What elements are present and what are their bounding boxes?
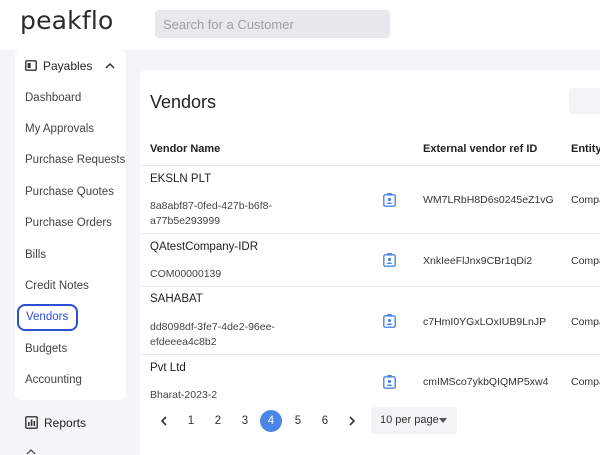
vendor-id-line1: dd8098df-3fe7-4de2-96ee- [150, 321, 275, 333]
vendor-id-line1: 8a8abf87-0fed-427b-b6f8- [150, 200, 273, 212]
sidebar-item-dashboard[interactable]: Dashboard [25, 92, 81, 104]
sidebar-group-label: Payables [43, 59, 93, 73]
customer-search-input[interactable] [155, 10, 390, 38]
sidebar-item-purchase-quotes[interactable]: Purchase Quotes [25, 186, 114, 198]
row-divider [140, 165, 600, 166]
vendor-id-line1: COM00000139 [150, 268, 222, 280]
external-ref-id: XnkIeeFlJnx9CBr1qDi2 [423, 255, 533, 267]
entity-value: Compa [571, 194, 600, 206]
entity-value: Compa [571, 255, 600, 267]
payables-icon [25, 60, 37, 71]
sidebar-group-payables[interactable]: Payables [25, 59, 120, 74]
app-logo[interactable]: peakflo [20, 6, 114, 35]
panel-action-button[interactable] [569, 88, 600, 114]
external-ref-id: c7HmI0YGxLOxIUB9LnJP [423, 316, 547, 328]
per-page-label: 10 per page [380, 414, 439, 426]
sidebar-item-accounting[interactable]: Accounting [25, 374, 82, 386]
vendor-id-line2: a77b5e293999 [150, 215, 221, 227]
sidebar-item-credit-notes[interactable]: Credit Notes [25, 280, 89, 292]
external-ref-id: cmIMSco7ykbQIQMP5xw4 [423, 376, 549, 388]
settings-icon[interactable] [25, 448, 37, 455]
row-divider [140, 354, 600, 355]
sidebar-item-purchase-requests[interactable]: Purchase Requests [25, 154, 125, 166]
vendor-name[interactable]: EKSLN PLT [150, 173, 211, 185]
vendor-id-line2: efdeeea4c8b2 [150, 336, 217, 348]
sidebar-item-vendors[interactable]: Vendors [17, 304, 78, 331]
reports-icon [25, 416, 38, 429]
entity-value: Compa [571, 376, 600, 388]
page-button-6[interactable]: 6 [314, 410, 336, 432]
page-button-4-current[interactable]: 4 [260, 410, 282, 432]
entity-value: Compa [571, 316, 600, 328]
page-button-3[interactable]: 3 [234, 410, 256, 432]
vendor-name[interactable]: Pvt Ltd [150, 362, 186, 374]
vendor-contact-icon[interactable] [383, 375, 396, 389]
page-title: Vendors [150, 92, 217, 112]
sidebar: Payables Dashboard My Approvals Purchase… [15, 50, 126, 400]
vendor-contact-icon[interactable] [383, 253, 396, 267]
caret-down-icon [439, 418, 447, 423]
vendor-id-line1: Bharat-2023-2 [150, 389, 218, 401]
sidebar-item-budgets[interactable]: Budgets [25, 343, 67, 355]
sidebar-item-purchase-orders[interactable]: Purchase Orders [25, 217, 112, 229]
chevron-up-icon[interactable] [104, 60, 116, 72]
prev-page-icon[interactable] [159, 415, 169, 427]
page-button-2[interactable]: 2 [207, 410, 229, 432]
vendors-panel: Vendors Vendor Name External vendor ref … [140, 70, 600, 455]
column-header-external-ref[interactable]: External vendor ref ID [423, 143, 537, 155]
sidebar-item-my-approvals[interactable]: My Approvals [25, 123, 94, 135]
vendor-contact-icon[interactable] [383, 314, 396, 328]
row-divider [140, 233, 600, 234]
column-header-entity[interactable]: Entity [571, 143, 600, 155]
page-button-5[interactable]: 5 [287, 410, 309, 432]
sidebar-item-bills[interactable]: Bills [25, 249, 46, 261]
vendor-name[interactable]: SAHABAT [150, 293, 203, 305]
per-page-select[interactable]: 10 per page [371, 407, 457, 434]
vendor-contact-icon[interactable] [383, 193, 396, 207]
external-ref-id: WM7LRbH8D6s0245eZ1vG [423, 194, 554, 206]
page-button-1[interactable]: 1 [180, 410, 202, 432]
vendor-name[interactable]: QAtestCompany-IDR [150, 241, 258, 253]
next-page-icon[interactable] [347, 415, 357, 427]
top-bar: peakflo [0, 0, 600, 50]
column-header-vendor-name[interactable]: Vendor Name [150, 143, 220, 155]
reports-label: Reports [44, 416, 87, 430]
row-divider [140, 286, 600, 287]
